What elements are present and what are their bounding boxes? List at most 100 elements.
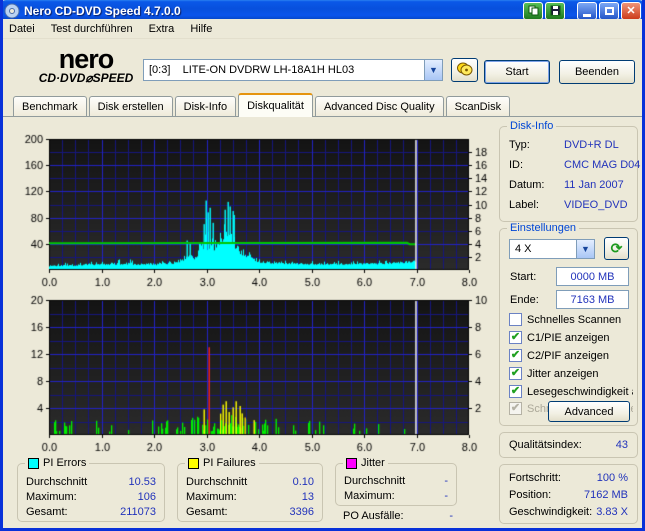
- copy-icon: [528, 4, 539, 19]
- drive-selector[interactable]: [0:3] LITE-ON DVDRW LH-18A1H HL03 ▼: [143, 59, 443, 81]
- pi-errors-title: PI Errors: [43, 457, 87, 469]
- speed-value: 3.83 X: [596, 506, 628, 518]
- avg-label: Durchschnitt: [344, 474, 406, 487]
- menu-datei[interactable]: Datei: [9, 23, 35, 35]
- pi-failures-stats: PI Failures Durchschnitt 0.10 Maximum: 13 …: [177, 457, 323, 522]
- tabstrip: Benchmark Disk erstellen Disk-Info Diskq…: [3, 93, 642, 117]
- avg-label: Durchschnitt: [26, 475, 88, 488]
- chevron-down-icon[interactable]: ▼: [424, 60, 442, 80]
- window-title: Nero CD-DVD Speed 4.7.0.0: [24, 4, 181, 18]
- jitter-legend-swatch: [346, 457, 357, 469]
- avg-value: -: [444, 474, 448, 487]
- disk-label-label: Label:: [509, 199, 539, 211]
- checkbox-schnelles-scannen[interactable]: Schnelles Scannen: [509, 313, 633, 326]
- checkbox-c1-pie-anzeigen[interactable]: ✔ C1/PIE anzeigen: [509, 331, 633, 344]
- checkbox-jitter-anzeigen[interactable]: ✔ Jitter anzeigen: [509, 367, 633, 380]
- tab-diskqualitaet[interactable]: Diskqualität: [238, 93, 313, 117]
- refresh-button[interactable]: ⟳: [604, 237, 629, 260]
- minimize-icon: [583, 13, 591, 17]
- app-icon: [4, 3, 20, 19]
- tab-benchmark[interactable]: Benchmark: [13, 96, 87, 116]
- tab-disk-info[interactable]: Disk-Info: [174, 96, 237, 116]
- advanced-button[interactable]: Advanced: [548, 401, 630, 422]
- checkbox-lesegeschwindigkeit[interactable]: ✔Lesegeschwindigkeit anzeigen: [509, 385, 633, 398]
- start-input[interactable]: 0000 MB: [556, 267, 629, 286]
- minimize-button[interactable]: [577, 2, 597, 20]
- progress-label: Fortschritt:: [509, 472, 561, 484]
- chevron-down-icon[interactable]: ▼: [576, 240, 594, 258]
- pi-errors-chart: [11, 118, 495, 290]
- checkbox-icon[interactable]: ✔: [509, 402, 522, 415]
- checkbox-icon[interactable]: [509, 313, 522, 326]
- max-label: Maximum:: [26, 490, 77, 503]
- quality-index-panel: Qualitätsindex: 43: [499, 432, 638, 458]
- disk-typ-value: DVD+R DL: [564, 139, 619, 151]
- disk-info-panel: Disk-Info Typ: DVD+R DL ID: CMC MAG D04 …: [499, 120, 641, 222]
- total-value: 3396: [289, 505, 314, 518]
- quality-index-value: 43: [615, 439, 628, 451]
- max-value: 106: [137, 490, 156, 503]
- start-label: Start:: [510, 271, 537, 283]
- app-window: Nero CD-DVD Speed 4.7.0.0 ✕ Datei Test d…: [0, 0, 645, 531]
- tab-advanced-disc-quality[interactable]: Advanced Disc Quality: [314, 96, 444, 116]
- disc-hand-icon: [456, 61, 473, 79]
- copy-button[interactable]: [523, 2, 543, 20]
- save-button[interactable]: [545, 2, 565, 20]
- tab-disk-erstellen[interactable]: Disk erstellen: [88, 96, 173, 116]
- disk-id-label: ID:: [509, 159, 524, 171]
- checkbox-icon[interactable]: ✔: [509, 349, 522, 362]
- menubar: Datei Test durchführen Extra Hilfe: [3, 19, 642, 39]
- cddvdspeed-logo-text: CD·DVD⌀SPEED: [38, 71, 134, 85]
- max-value: 13: [301, 490, 314, 503]
- close-button[interactable]: ✕: [621, 2, 641, 20]
- avg-value: 10.53: [128, 475, 156, 488]
- position-label: Position:: [509, 489, 552, 501]
- checkbox-c2-pif-anzeigen[interactable]: ✔ C2/PIF anzeigen: [509, 349, 633, 362]
- total-label: Gesamt:: [26, 505, 68, 518]
- tab-scandisk[interactable]: ScanDisk: [445, 96, 511, 116]
- pi-failures-chart: [11, 290, 495, 454]
- jitter-title: Jitter: [361, 457, 385, 469]
- menu-hilfe[interactable]: Hilfe: [190, 23, 212, 35]
- settings-panel: Einstellungen 4 X ▼ ⟳ Start: 0000 MB End…: [499, 222, 638, 426]
- position-value: 7162 MB: [583, 489, 628, 501]
- total-label: Gesamt:: [186, 505, 228, 518]
- nero-logo-wordmark: nero: [58, 44, 115, 74]
- speed-label: Geschwindigkeit:: [509, 506, 593, 518]
- max-label: Maximum:: [344, 489, 395, 502]
- checkbox-icon[interactable]: ✔: [509, 331, 522, 344]
- start-button[interactable]: Start: [484, 60, 550, 84]
- avg-label: Durchschnitt: [186, 475, 248, 488]
- pi-failures-legend-swatch: [188, 457, 199, 469]
- po-failures-row: PO Ausfälle: -: [343, 510, 453, 522]
- end-input[interactable]: 7163 MB: [556, 290, 629, 309]
- jitter-stats: Jitter Durchschnitt - Maximum: -: [335, 457, 457, 506]
- maximize-button[interactable]: [599, 2, 619, 20]
- quality-index-label: Qualitätsindex:: [509, 439, 582, 451]
- drive-selector-value: [0:3] LITE-ON DVDRW LH-18A1H HL03: [149, 64, 355, 76]
- maximize-icon: [604, 7, 614, 15]
- close-icon: ✕: [626, 4, 636, 17]
- checkbox-icon[interactable]: ✔: [509, 367, 522, 380]
- avg-value: 0.10: [292, 475, 314, 488]
- disk-datum-value: 11 Jan 2007: [564, 179, 624, 191]
- quit-button[interactable]: Beenden: [559, 60, 635, 84]
- eject-disc-button[interactable]: [451, 58, 478, 82]
- disk-label-value: VIDEO_DVD: [564, 199, 628, 211]
- disk-datum-label: Datum:: [509, 179, 545, 191]
- progress-panel: Fortschritt: 100 % Position: 7162 MB Ges…: [499, 464, 638, 524]
- floppy-disk-icon: [550, 4, 561, 19]
- disk-id-value: CMC MAG D04: [564, 159, 641, 171]
- progress-value: 100 %: [596, 472, 628, 484]
- disk-typ-label: Typ:: [509, 139, 530, 151]
- speed-select-value: 4 X: [515, 243, 532, 255]
- pi-errors-stats: PI Errors Durchschnitt 10.53 Maximum: 106 …: [17, 457, 165, 522]
- max-value: -: [444, 489, 448, 502]
- menu-test-durchfuehren[interactable]: Test durchführen: [51, 23, 133, 35]
- total-value: 211073: [120, 505, 156, 518]
- max-label: Maximum:: [186, 490, 237, 503]
- checkbox-icon[interactable]: ✔: [509, 385, 522, 398]
- settings-title: Einstellungen: [507, 222, 580, 234]
- menu-extra[interactable]: Extra: [149, 23, 175, 35]
- speed-select[interactable]: 4 X ▼: [509, 239, 595, 259]
